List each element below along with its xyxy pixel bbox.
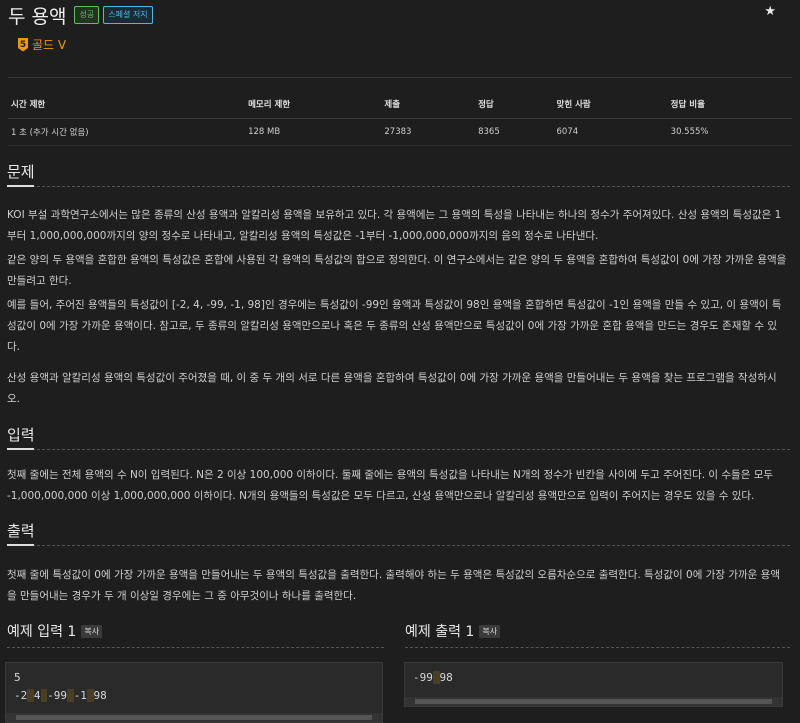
- tier-row: 5 골드 V: [18, 36, 66, 53]
- star-icon[interactable]: ★: [764, 4, 776, 19]
- value-accept-rate: 30.555%: [667, 118, 792, 146]
- sample-input-heading: 예제 입력 1 복사: [7, 621, 103, 641]
- section-divider: [7, 647, 384, 648]
- table-header-row: 시간 제한 메모리 제한 제출 정답 맞힌 사람 정답 비율: [8, 90, 792, 119]
- sample-token: 98: [93, 689, 107, 702]
- section-divider: [7, 545, 790, 546]
- section-underline: [7, 185, 34, 187]
- section-divider: [7, 449, 790, 450]
- sample-input-line-1: 5: [14, 671, 21, 684]
- section-output-heading: 출력: [7, 522, 35, 540]
- sample-token: -1: [73, 689, 87, 702]
- horizontal-scrollbar[interactable]: [405, 697, 782, 706]
- header-accept-rate: 정답 비율: [667, 90, 792, 119]
- tier-icon: 5: [18, 37, 28, 52]
- sample-output-title: 예제 출력 1: [405, 624, 475, 640]
- sample-input-line-2: -2 4 -99 -1 98: [14, 687, 374, 705]
- header-memory-limit: 메모리 제한: [245, 90, 382, 119]
- output-paragraph: 첫째 줄에 특성값이 0에 가장 가까운 용액을 만들어내는 두 용액의 특성값…: [7, 569, 780, 602]
- section-divider: [7, 186, 790, 187]
- header-time-limit: 시간 제한: [8, 90, 246, 119]
- value-solved-users: 6074: [553, 118, 668, 146]
- problem-paragraph-3: 예를 들어, 주어진 용액들의 특성값이 [-2, 4, -99, -1, 98…: [7, 299, 782, 353]
- table-row: 1 초 (추가 시간 없음) 128 MB 27383 8365 6074 30…: [8, 118, 792, 146]
- input-paragraph: 첫째 줄에는 전체 용액의 수 N이 입력된다. N은 2 이상 100,000…: [7, 469, 774, 502]
- section-underline: [7, 448, 34, 450]
- header-submissions: 제출: [381, 90, 476, 119]
- divider: [8, 77, 792, 78]
- sample-token: -2: [14, 689, 28, 702]
- scrollbar-thumb[interactable]: [415, 699, 772, 704]
- section-input-heading: 입력: [7, 426, 35, 444]
- section-underline: [7, 544, 34, 546]
- value-accepted: 8365: [475, 118, 554, 146]
- sample-token: -99: [413, 671, 433, 684]
- section-divider: [405, 647, 790, 648]
- sample-token: -99: [47, 689, 67, 702]
- header-solved-users: 맞힌 사람: [553, 90, 668, 119]
- sample-input-title: 예제 입력 1: [7, 624, 77, 640]
- problem-paragraph-4: 산성 용액과 알칼리성 용액의 특성값이 주어졌을 때, 이 중 두 개의 서로…: [7, 372, 777, 405]
- value-submissions: 27383: [381, 118, 476, 146]
- header-accepted: 정답: [475, 90, 554, 119]
- sample-token: 98: [439, 671, 453, 684]
- special-judge-badge: 스페셜 저지: [103, 6, 153, 24]
- problem-header: 두 용액 성공 스페셜 저지: [8, 2, 157, 28]
- problem-title: 두 용액: [8, 5, 67, 28]
- section-problem-heading: 문제: [7, 163, 35, 181]
- sample-output-box[interactable]: -99 98: [404, 662, 783, 707]
- sample-input-box[interactable]: 5 -2 4 -99 -1 98: [5, 662, 383, 723]
- problem-paragraph-1: KOI 부설 과학연구소에서는 많은 종류의 산성 용액과 알칼리성 용액을 보…: [7, 209, 782, 242]
- tier-label[interactable]: 골드 V: [32, 36, 66, 53]
- success-badge: 성공: [74, 6, 100, 24]
- problem-paragraph-2: 같은 양의 두 용액을 혼합한 용액의 특성값은 혼합에 사용된 각 용액의 특…: [7, 254, 787, 287]
- copy-output-button[interactable]: 복사: [479, 624, 501, 638]
- sample-output-line-1: -99 98: [413, 669, 774, 687]
- problem-info-table: 시간 제한 메모리 제한 제출 정답 맞힌 사람 정답 비율 1 초 (추가 시…: [8, 90, 792, 146]
- copy-input-button[interactable]: 복사: [81, 624, 103, 638]
- horizontal-scrollbar[interactable]: [6, 713, 382, 722]
- value-time-limit: 1 초 (추가 시간 없음): [8, 118, 246, 146]
- sample-token: 4: [33, 689, 41, 702]
- scrollbar-thumb[interactable]: [16, 715, 372, 720]
- value-memory-limit: 128 MB: [245, 118, 382, 146]
- sample-output-heading: 예제 출력 1 복사: [405, 621, 501, 641]
